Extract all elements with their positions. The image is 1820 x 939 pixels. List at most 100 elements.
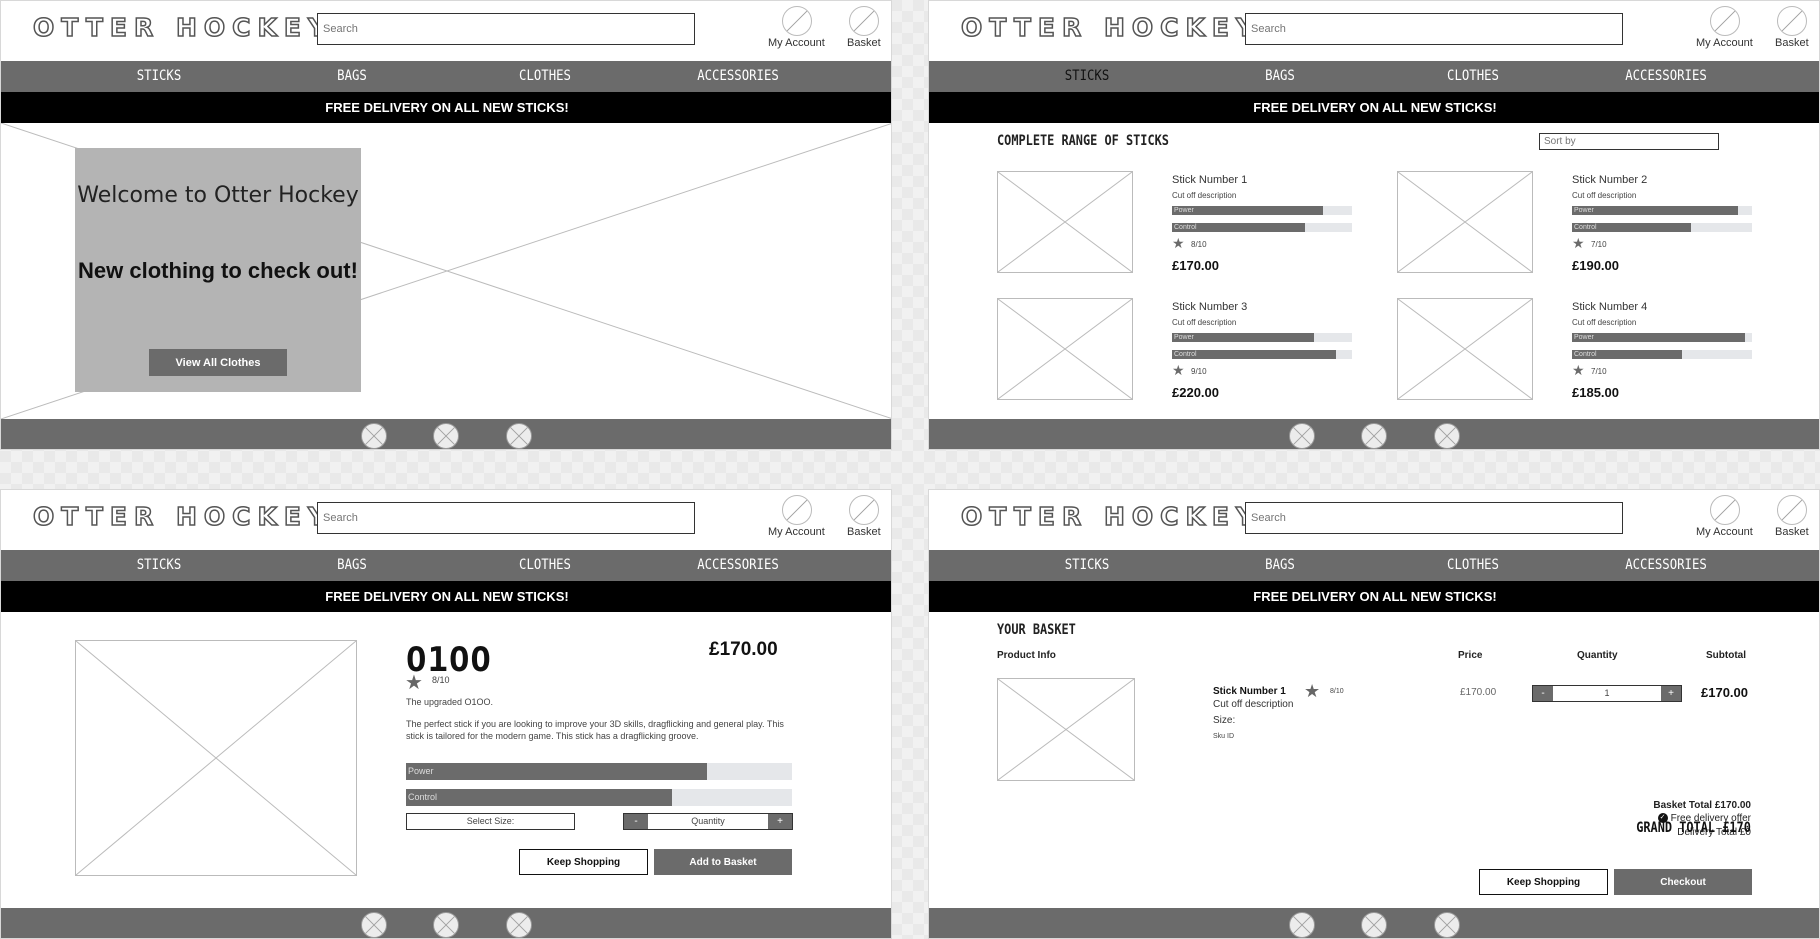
product-description: Cut off description xyxy=(1572,318,1637,327)
basket-link[interactable]: Basket xyxy=(847,526,881,538)
social-icon[interactable] xyxy=(1434,912,1460,938)
site-logo[interactable]: OTTER HOCKEY xyxy=(960,12,1261,43)
nav-clothes[interactable]: CLOTHES xyxy=(1403,61,1544,92)
sort-select[interactable] xyxy=(1539,133,1719,150)
account-icon[interactable] xyxy=(782,495,812,525)
main-nav: STICKS BAGS CLOTHES ACCESSORIES xyxy=(1,550,891,581)
social-icon[interactable] xyxy=(1289,423,1315,449)
social-icon[interactable] xyxy=(1434,423,1460,449)
social-icon[interactable] xyxy=(361,912,387,938)
social-icon[interactable] xyxy=(433,423,459,449)
my-account-link[interactable]: My Account xyxy=(1696,37,1753,49)
quantity-stepper: - 1 + xyxy=(1532,685,1682,702)
rating: 8/10 xyxy=(432,675,450,685)
my-account-link[interactable]: My Account xyxy=(768,37,825,49)
quantity-decrease-button[interactable]: - xyxy=(1533,686,1553,701)
product-name[interactable]: Stick Number 4 xyxy=(1572,301,1647,313)
promo-banner: FREE DELIVERY ON ALL NEW STICKS! xyxy=(929,92,1819,123)
main-nav: STICKS BAGS CLOTHES ACCESSORIES xyxy=(929,550,1819,581)
add-to-basket-button[interactable]: Add to Basket xyxy=(654,849,792,875)
rating: 7/10 xyxy=(1591,367,1607,376)
social-icon[interactable] xyxy=(361,423,387,449)
nav-bags[interactable]: BAGS xyxy=(282,61,423,92)
product-image[interactable] xyxy=(997,678,1135,781)
control-label: Control xyxy=(1574,224,1597,231)
column-header-quantity: Quantity xyxy=(1577,650,1618,661)
nav-accessories[interactable]: ACCESSORIES xyxy=(668,61,809,92)
nav-bags[interactable]: BAGS xyxy=(1210,61,1351,92)
nav-clothes[interactable]: CLOTHES xyxy=(475,61,616,92)
product-name[interactable]: Stick Number 2 xyxy=(1572,174,1647,186)
nav-accessories[interactable]: ACCESSORIES xyxy=(668,550,809,581)
quantity-value[interactable]: Quantity xyxy=(648,814,768,829)
social-icon[interactable] xyxy=(1361,912,1387,938)
page-title: COMPLETE RANGE OF STICKS xyxy=(997,133,1169,149)
power-label: Power xyxy=(1574,207,1594,214)
keep-shopping-button[interactable]: Keep Shopping xyxy=(1479,869,1608,895)
social-icon[interactable] xyxy=(1289,912,1315,938)
nav-bags[interactable]: BAGS xyxy=(1210,550,1351,581)
rating: 8/10 xyxy=(1330,688,1344,695)
nav-accessories[interactable]: ACCESSORIES xyxy=(1596,61,1737,92)
basket-icon[interactable] xyxy=(1777,495,1807,525)
nav-bags[interactable]: BAGS xyxy=(282,550,423,581)
product-image[interactable] xyxy=(1397,171,1533,273)
star-icon: ★ xyxy=(1572,363,1585,379)
nav-clothes[interactable]: CLOTHES xyxy=(475,550,616,581)
my-account-link[interactable]: My Account xyxy=(1696,526,1753,538)
product-price: £170.00 xyxy=(709,639,778,660)
column-header-product: Product Info xyxy=(997,650,1056,661)
product-image[interactable] xyxy=(1397,298,1533,400)
quantity-increase-button[interactable]: + xyxy=(1661,686,1681,701)
control-bar: Control xyxy=(406,789,792,806)
view-all-clothes-button[interactable]: View All Clothes xyxy=(149,349,287,376)
social-icon[interactable] xyxy=(506,423,532,449)
checkout-button[interactable]: Checkout xyxy=(1614,869,1752,895)
social-icon[interactable] xyxy=(433,912,459,938)
social-icon[interactable] xyxy=(506,912,532,938)
star-icon: ★ xyxy=(1172,236,1185,252)
site-logo[interactable]: OTTER HOCKEY xyxy=(32,12,333,43)
basket-icon[interactable] xyxy=(849,6,879,36)
quantity-value[interactable]: 1 xyxy=(1553,686,1661,701)
quantity-increase-button[interactable]: + xyxy=(768,814,792,829)
nav-sticks[interactable]: STICKS xyxy=(1017,61,1158,92)
product-name[interactable]: Stick Number 3 xyxy=(1172,301,1247,313)
basket-link[interactable]: Basket xyxy=(1775,526,1809,538)
basket-icon[interactable] xyxy=(1777,6,1807,36)
promo-banner: FREE DELIVERY ON ALL NEW STICKS! xyxy=(1,581,891,612)
product-image[interactable] xyxy=(997,171,1133,273)
nav-sticks[interactable]: STICKS xyxy=(1017,550,1158,581)
control-label: Control xyxy=(1174,224,1197,231)
search-input[interactable] xyxy=(1245,502,1623,534)
social-icon[interactable] xyxy=(1361,423,1387,449)
basket-link[interactable]: Basket xyxy=(847,37,881,49)
nav-clothes[interactable]: CLOTHES xyxy=(1403,550,1544,581)
account-icon[interactable] xyxy=(782,6,812,36)
basket-item-name[interactable]: Stick Number 1 xyxy=(1213,686,1286,697)
keep-shopping-button[interactable]: Keep Shopping xyxy=(519,849,648,875)
search-input[interactable] xyxy=(317,502,695,534)
site-logo[interactable]: OTTER HOCKEY xyxy=(960,501,1261,532)
nav-sticks[interactable]: STICKS xyxy=(89,550,230,581)
basket-icon[interactable] xyxy=(849,495,879,525)
size-select[interactable]: Select Size: xyxy=(406,813,575,830)
nav-accessories[interactable]: ACCESSORIES xyxy=(1596,550,1737,581)
footer xyxy=(1,419,891,449)
search-input[interactable] xyxy=(317,13,695,45)
product-image[interactable] xyxy=(997,298,1133,400)
promo-banner: FREE DELIVERY ON ALL NEW STICKS! xyxy=(929,581,1819,612)
search-input[interactable] xyxy=(1245,13,1623,45)
account-icon[interactable] xyxy=(1710,495,1740,525)
my-account-link[interactable]: My Account xyxy=(768,526,825,538)
nav-sticks[interactable]: STICKS xyxy=(89,61,230,92)
product-price: £170.00 xyxy=(1172,258,1219,273)
product-name[interactable]: Stick Number 1 xyxy=(1172,174,1247,186)
product-price: £185.00 xyxy=(1572,385,1619,400)
basket-item-description: Cut off description xyxy=(1213,699,1294,710)
site-logo[interactable]: OTTER HOCKEY xyxy=(32,501,333,532)
basket-link[interactable]: Basket xyxy=(1775,37,1809,49)
quantity-decrease-button[interactable]: - xyxy=(624,814,648,829)
product-image[interactable] xyxy=(75,640,357,876)
account-icon[interactable] xyxy=(1710,6,1740,36)
